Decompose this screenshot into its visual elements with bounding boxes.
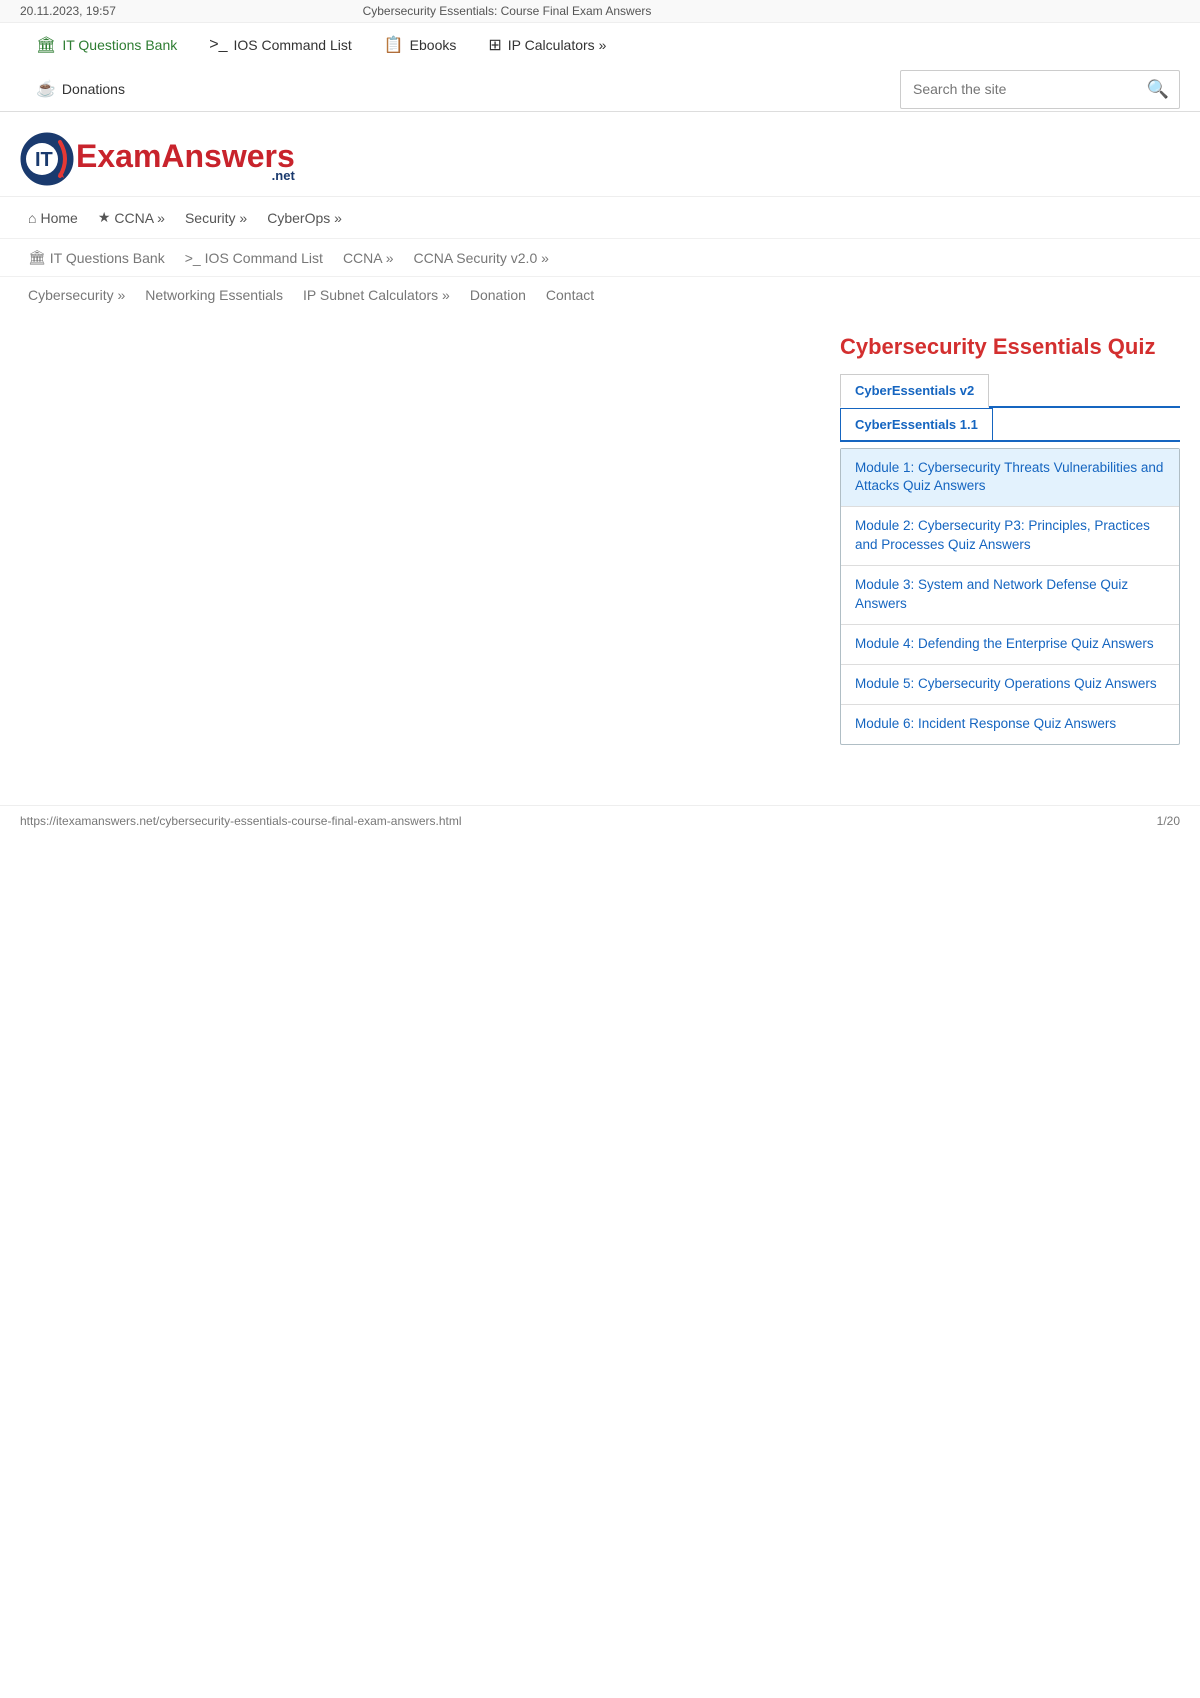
home-icon: ⌂ <box>28 210 36 226</box>
content-wrapper: Cybersecurity Essentials Quiz CyberEssen… <box>0 313 1200 765</box>
timestamp: 20.11.2023, 19:57 <box>20 4 116 18</box>
secnav-networking-essentials[interactable]: Networking Essentials <box>137 283 291 307</box>
secnav-ios-command-list[interactable]: >_ IOS Command List <box>177 246 331 270</box>
sec-nav-2: Cybersecurity » Networking Essentials IP… <box>0 276 1200 313</box>
nav-ios-command-list[interactable]: >_ IOS Command List <box>193 24 368 66</box>
top-bar: 🏛 IT Questions Bank >_ IOS Command List … <box>0 23 1200 112</box>
nav-ip-calculators-label: IP Calculators » <box>508 37 607 53</box>
logo[interactable]: IT ExamAnswers .net <box>20 132 295 186</box>
search-button[interactable]: 🔍 <box>1137 71 1179 108</box>
subtab-cyberessentials-1-1[interactable]: CyberEssentials 1.1 <box>840 408 993 440</box>
logo-circle-icon: IT <box>20 132 74 186</box>
secnav-ccna[interactable]: CCNA » <box>335 246 402 270</box>
nav-ebooks-label: Ebooks <box>410 37 457 53</box>
nav-donations-label: Donations <box>62 81 125 97</box>
timestamp-bar: 20.11.2023, 19:57 Cybersecurity Essentia… <box>0 0 1200 23</box>
bank-icon: 🏛 <box>36 35 56 55</box>
sec-nav-1: 🏛 IT Questions Bank >_ IOS Command List … <box>0 238 1200 276</box>
footer-page-indicator: 1/20 <box>1157 814 1180 828</box>
nav-cyberops[interactable]: CyberOps » <box>259 206 350 230</box>
terminal-icon-2: >_ <box>185 250 201 266</box>
nav-donations[interactable]: ☕ Donations <box>20 67 141 111</box>
logo-text: ExamAnswers .net <box>76 135 295 184</box>
logo-area: IT ExamAnswers .net <box>0 112 1200 196</box>
search-input[interactable] <box>901 73 1137 105</box>
main-nav: ⌂ Home ★ CCNA » Security » CyberOps » <box>0 196 1200 238</box>
secnav-donation[interactable]: Donation <box>462 283 534 307</box>
top-nav-row2: ☕ Donations 🔍 <box>20 67 1180 111</box>
tab-row: CyberEssentials v2 <box>840 374 1180 408</box>
nav-security[interactable]: Security » <box>177 206 255 230</box>
terminal-icon: >_ <box>209 36 227 54</box>
subtab-row: CyberEssentials 1.1 <box>840 408 1180 442</box>
module-item-1[interactable]: Module 1: Cybersecurity Threats Vulnerab… <box>841 449 1179 508</box>
calculator-icon: ⊞ <box>488 35 501 55</box>
nav-it-questions-bank-label: IT Questions Bank <box>62 37 177 53</box>
footer-bar: https://itexamanswers.net/cybersecurity-… <box>0 805 1200 836</box>
secnav-cybersecurity[interactable]: Cybersecurity » <box>20 283 133 307</box>
nav-it-questions-bank[interactable]: 🏛 IT Questions Bank <box>20 23 193 67</box>
module-item-2[interactable]: Module 2: Cybersecurity P3: Principles, … <box>841 507 1179 566</box>
svg-text:IT: IT <box>35 149 53 171</box>
secnav-it-questions-bank[interactable]: 🏛 IT Questions Bank <box>20 245 173 270</box>
page-title-bar: Cybersecurity Essentials: Course Final E… <box>363 4 652 18</box>
footer-url: https://itexamanswers.net/cybersecurity-… <box>20 814 462 828</box>
module-item-5[interactable]: Module 5: Cybersecurity Operations Quiz … <box>841 665 1179 705</box>
bank-icon-2: 🏛 <box>28 249 46 266</box>
top-nav-row1: 🏛 IT Questions Bank >_ IOS Command List … <box>20 23 1180 67</box>
module-list: Module 1: Cybersecurity Threats Vulnerab… <box>840 448 1180 745</box>
ebook-icon: 📋 <box>384 35 404 55</box>
nav-home[interactable]: ⌂ Home <box>20 206 86 230</box>
sidebar-widget-title: Cybersecurity Essentials Quiz <box>840 333 1180 362</box>
module-item-6[interactable]: Module 6: Incident Response Quiz Answers <box>841 705 1179 744</box>
star-icon: ★ <box>98 209 111 226</box>
left-column <box>20 333 820 745</box>
search-box: 🔍 <box>900 70 1180 109</box>
module-item-4[interactable]: Module 4: Defending the Enterprise Quiz … <box>841 625 1179 665</box>
secnav-ip-subnet-calculators[interactable]: IP Subnet Calculators » <box>295 283 458 307</box>
coffee-icon: ☕ <box>36 79 56 99</box>
nav-ios-command-list-label: IOS Command List <box>233 37 351 53</box>
secnav-contact[interactable]: Contact <box>538 283 602 307</box>
module-item-3[interactable]: Module 3: System and Network Defense Qui… <box>841 566 1179 625</box>
search-icon: 🔍 <box>1147 79 1169 99</box>
secnav-ccna-security[interactable]: CCNA Security v2.0 » <box>406 246 557 270</box>
nav-ebooks[interactable]: 📋 Ebooks <box>368 23 473 67</box>
nav-ip-calculators[interactable]: ⊞ IP Calculators » <box>472 23 622 67</box>
right-sidebar: Cybersecurity Essentials Quiz CyberEssen… <box>840 333 1180 745</box>
tab-cyberessentials-v2[interactable]: CyberEssentials v2 <box>840 374 989 408</box>
nav-ccna[interactable]: ★ CCNA » <box>90 205 173 230</box>
